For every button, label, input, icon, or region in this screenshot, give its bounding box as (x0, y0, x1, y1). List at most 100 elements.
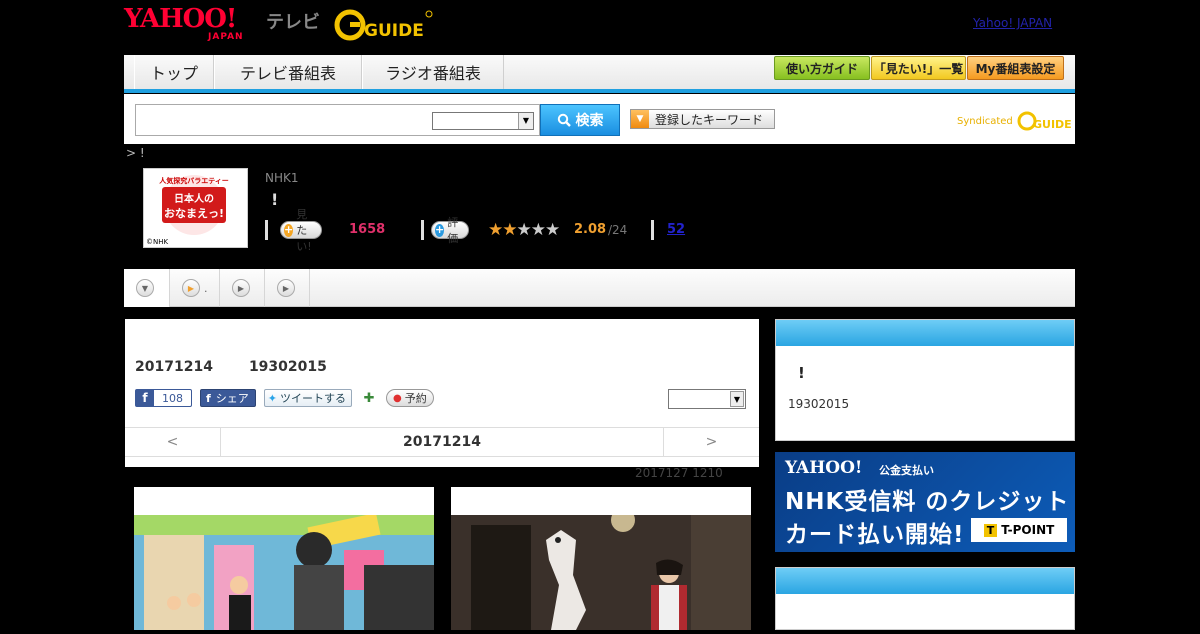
tab-program-info[interactable]: ▼ (124, 269, 170, 307)
saved-keywords-button[interactable]: ▼ 登録したキーワード (630, 109, 775, 129)
usage-guide-button[interactable]: 使い方ガイド (774, 56, 870, 80)
svg-text:©NHK: ©NHK (146, 238, 169, 246)
play-icon: ▶ (182, 279, 200, 297)
svg-text:日本人の: 日本人の (174, 192, 214, 205)
star-icon: ★ (488, 220, 503, 240)
chevron-down-icon: ▼ (730, 391, 744, 407)
saved-keywords-label: 登録したキーワード (655, 112, 764, 127)
facebook-share-button[interactable]: f シェア (200, 389, 256, 407)
tv-label: テレビ (266, 12, 320, 33)
play-icon: ▶ (232, 279, 250, 297)
tab-tv-guide[interactable]: テレビ番組表 (214, 55, 362, 89)
search-button-label: 検索 (575, 113, 604, 129)
scene-image-studio (134, 512, 434, 630)
facebook-like-count: 108 (162, 391, 183, 405)
t-point-label: T-POINT (1001, 523, 1055, 537)
hatena-bookmark-icon[interactable]: ✚ (360, 389, 378, 407)
review-count-link[interactable]: 52 (667, 222, 685, 237)
prev-date-button[interactable]: < (125, 428, 220, 456)
tab-video[interactable]: ▶ . (170, 269, 220, 307)
breadcrumb: > ! (126, 146, 145, 160)
play-icon: ▶ (277, 279, 295, 297)
scene-thumbnail[interactable] (134, 487, 434, 630)
plus-icon: + (435, 222, 445, 237)
main-nav: トップ テレビ番組表 ラジオ番組表 使い方ガイド 「見たい!」一覧 My番組表設… (124, 55, 1075, 93)
broadcast-datetime: 20171214 19302015 (135, 359, 327, 375)
side-program-time: 19302015 (788, 397, 850, 411)
tweet-label: ツイートする (280, 392, 347, 405)
reserve-button[interactable]: ● 予約 (386, 389, 434, 407)
nhk-payment-banner[interactable]: YAHOO! 公金支払い NHK受信料 のクレジット カード払い開始! T T-… (775, 452, 1075, 552)
facebook-like-button[interactable]: f 108 (135, 389, 192, 407)
japan-logo-text: JAPAN (208, 32, 244, 42)
mitai-list-button[interactable]: 「見たい!」一覧 (871, 56, 966, 80)
facebook-share-label: シェア (215, 392, 249, 405)
divider (265, 220, 268, 240)
mitai-button[interactable]: + 見たい! (280, 208, 323, 253)
rate-label: 評価 (447, 216, 459, 245)
mitai-count: 1658 (349, 222, 386, 237)
record-dot-icon: ● (393, 392, 402, 404)
search-category-select[interactable]: ▼ (432, 112, 534, 130)
rating-stars: ★★★★★ (488, 220, 560, 240)
yahoo-japan-link[interactable]: Yahoo! JAPAN (973, 16, 1052, 30)
my-guide-settings-button[interactable]: My番組表設定 (967, 56, 1064, 80)
tab-related[interactable]: ▶ (220, 269, 265, 307)
program-title: ! (271, 190, 279, 209)
svg-text:GUIDE: GUIDE (364, 21, 424, 41)
rate-button[interactable]: + 評価 (431, 216, 469, 245)
star-icon: ★ (545, 220, 560, 240)
program-tabs: ▼ ▶ . ▶ ▶ (124, 269, 1075, 307)
side-box-header (776, 568, 1074, 594)
facebook-icon: f (206, 391, 211, 405)
chevron-down-icon: ▼ (136, 279, 154, 297)
broadcast-select[interactable]: ▼ (668, 389, 746, 409)
broadcast-time: 19302015 (248, 359, 327, 375)
tab-reviews[interactable]: ▶ (265, 269, 310, 307)
next-date-button[interactable]: > (664, 428, 759, 456)
svg-text:おなまえっ!: おなまえっ! (164, 207, 224, 220)
banner-subtitle: 公金支払い (879, 464, 934, 477)
t-point-badge: T T-POINT (971, 518, 1067, 542)
yahoo-japan-logo[interactable]: YAHOO! JAPAN (124, 6, 264, 42)
banner-headline-2: カード払い開始! (785, 522, 965, 548)
date-navigation: < 20171214 > (125, 427, 759, 457)
broadcast-panel: 20171214 19302015 f 108 f シェア ✦ ツイートする ✚… (125, 319, 759, 467)
tab-top[interactable]: トップ (134, 55, 214, 89)
reserve-label: 予約 (404, 392, 427, 405)
divider (651, 220, 654, 240)
twitter-bird-icon: ✦ (267, 391, 278, 405)
svg-text:GUIDE: GUIDE (1033, 118, 1072, 131)
side-box-2 (775, 567, 1075, 630)
dropdown-arrow-icon: ▼ (631, 110, 649, 128)
search-button[interactable]: 検索 (540, 104, 620, 136)
plus-icon: + (284, 222, 294, 237)
mitai-label: 見たい! (296, 208, 312, 253)
search-bar: ▼ 検索 ▼ 登録したキーワード Syndicated GUIDE (124, 94, 1075, 144)
scene-thumbnail[interactable] (451, 487, 751, 630)
divider (421, 220, 424, 240)
facebook-icon: f (136, 390, 154, 406)
rating-total: /24 (608, 223, 628, 237)
rating-value: 2.08 (574, 222, 607, 237)
banner-yahoo-logo: YAHOO! (785, 458, 863, 478)
star-icon: ★ (516, 220, 532, 240)
star-icon: ★ (530, 220, 546, 240)
svg-text:人気探究バラエティー: 人気探究バラエティー (159, 176, 229, 185)
tab-radio-guide[interactable]: ラジオ番組表 (362, 55, 504, 89)
social-buttons: f 108 f シェア ✦ ツイートする ✚ ● 予約 (135, 388, 434, 408)
tweet-button[interactable]: ✦ ツイートする (263, 389, 353, 407)
tab-video-suffix: . (204, 281, 208, 295)
side-box-header (776, 320, 1074, 346)
scene-image-horse (451, 508, 751, 630)
broadcast-date: 20171214 (135, 359, 213, 375)
gguide-logo[interactable]: GUIDE (334, 8, 434, 42)
t-point-icon: T (983, 523, 998, 537)
current-date-label: 20171214 (220, 428, 664, 456)
banner-headline-1: NHK受信料 のクレジット (785, 489, 1070, 515)
program-logo: 人気探究バラエティー 日本人の おなまえっ! ©NHK (143, 168, 248, 248)
side-program-title[interactable]: ! (798, 364, 805, 382)
star-icon: ★ (502, 220, 517, 240)
channel-name: NHK1 (265, 171, 299, 185)
side-program-box: ! 19302015 (775, 319, 1075, 441)
